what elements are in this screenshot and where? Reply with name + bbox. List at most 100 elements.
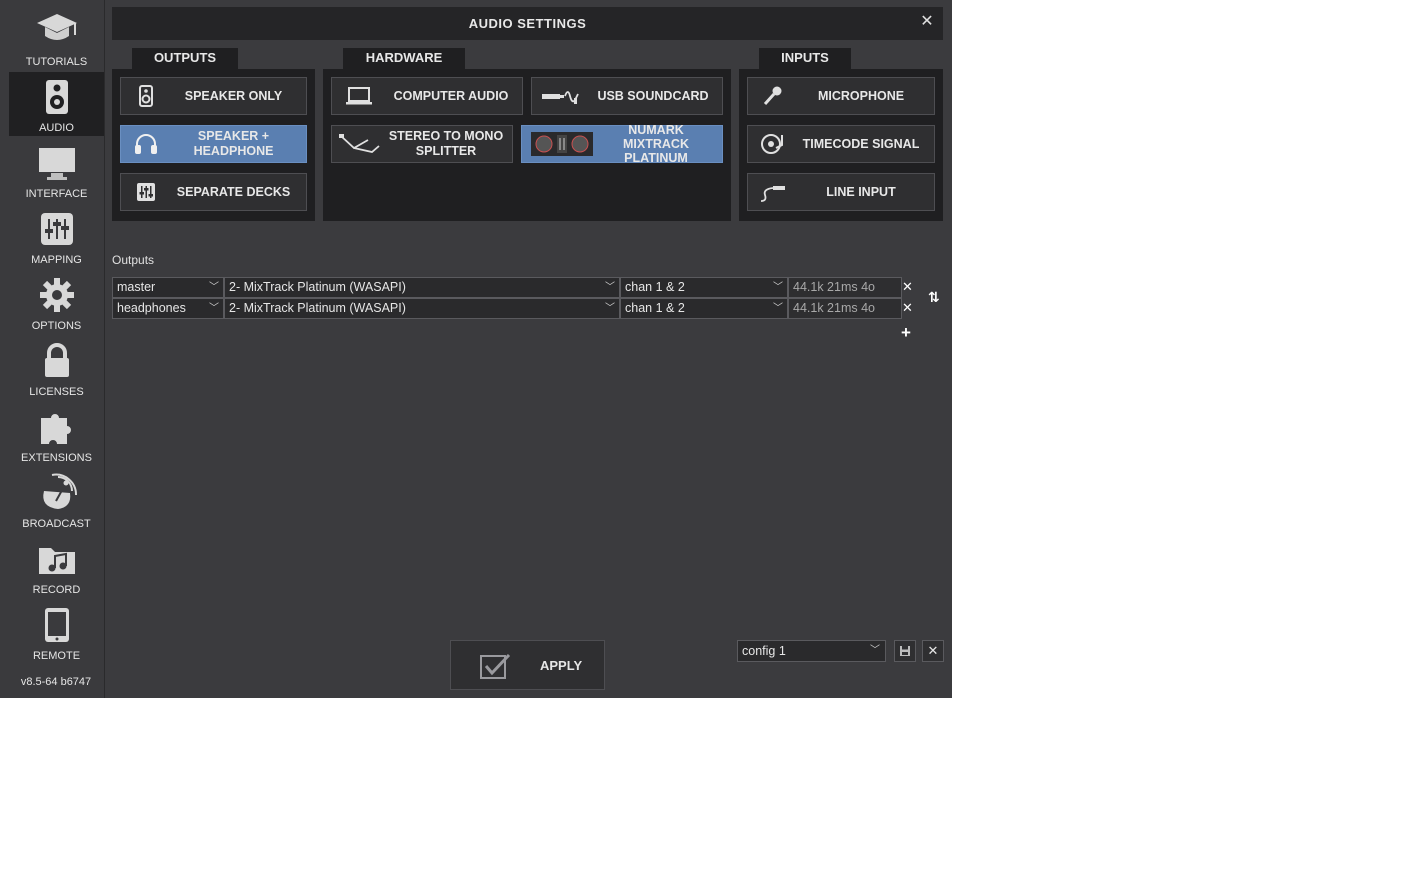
stereo-to-mono-splitter-button[interactable]: STEREO TO MONO SPLITTER — [331, 125, 513, 163]
sidebar-item-audio[interactable]: AUDIO — [9, 72, 104, 136]
sidebar-item-label: RECORD — [32, 584, 81, 596]
sidebar-item-tutorials[interactable]: TUTORIALS — [9, 6, 104, 70]
satellite-dish-icon — [9, 473, 104, 512]
channel-select[interactable]: headphones ﹀ — [112, 298, 224, 319]
chevron-down-icon: ﹀ — [209, 303, 219, 314]
close-icon: ✕ — [927, 643, 939, 658]
chan-select[interactable]: chan 1 & 2 ﹀ — [620, 298, 788, 319]
title-bar: AUDIO SETTINGS ✕ — [112, 7, 943, 40]
puzzle-icon — [9, 408, 104, 446]
button-label: NUMARK MIXTRACK PLATINUM — [623, 123, 689, 165]
sidebar-item-label: TUTORIALS — [25, 56, 88, 68]
audio-settings-window: TUTORIALS AUDIO INTERFACE MAPPING OPTION… — [0, 0, 952, 698]
mixer-icon — [129, 174, 163, 210]
chevron-down-icon: ﹀ — [605, 282, 615, 293]
button-label: SEPARATE DECKS — [176, 184, 291, 199]
line-input-button[interactable]: LINE INPUT — [747, 173, 935, 211]
channel-select[interactable]: master ﹀ — [112, 277, 224, 298]
sidebar-item-label: MAPPING — [31, 254, 82, 266]
gear-icon — [9, 276, 104, 314]
microphone-button[interactable]: MICROPHONE — [747, 77, 935, 115]
sidebar-item-label: INTERFACE — [25, 188, 88, 200]
sidebar-item-broadcast[interactable]: BROADCAST — [9, 468, 104, 532]
button-label: TIMECODE SIGNAL — [802, 136, 920, 151]
computer-audio-button[interactable]: COMPUTER AUDIO — [331, 77, 523, 115]
close-icon[interactable]: ✕ — [919, 14, 935, 30]
device-select[interactable]: 2- MixTrack Platinum (WASAPI) ﹀ — [224, 277, 620, 298]
sidebar-item-label: AUDIO — [39, 122, 74, 134]
splitter-cable-icon — [338, 126, 382, 162]
sidebar-item-mapping[interactable]: MAPPING — [9, 204, 104, 268]
tab-outputs: OUTPUTS — [132, 48, 238, 70]
sidebar-item-licenses[interactable]: LICENSES — [9, 336, 104, 400]
tab-inputs: INPUTS — [759, 48, 851, 70]
sidebar-item-label: REMOTE — [32, 650, 81, 662]
headphones-icon — [129, 126, 163, 162]
select-value: chan 1 & 2 — [625, 301, 685, 315]
select-value: config 1 — [742, 644, 786, 658]
remove-row-icon[interactable]: ✕ — [902, 279, 913, 295]
sidebar-item-record[interactable]: RECORD — [9, 534, 104, 598]
numark-mixtrack-platinum-button[interactable]: NUMARK MIXTRACK PLATINUM — [521, 123, 723, 165]
turntable-icon — [756, 126, 790, 162]
floppy-icon — [900, 646, 910, 656]
speaker-only-button[interactable]: SPEAKER ONLY — [120, 77, 307, 115]
chevron-down-icon: ﹀ — [605, 303, 615, 314]
apply-button[interactable]: APPLY — [450, 640, 605, 690]
sidebar-item-label: BROADCAST — [22, 518, 91, 530]
separate-decks-button[interactable]: SEPARATE DECKS — [120, 173, 307, 211]
sidebar-item-options[interactable]: OPTIONS — [9, 270, 104, 334]
button-label: SPEAKER ONLY — [184, 88, 283, 103]
jack-cable-icon — [756, 174, 790, 210]
button-label: STEREO TO MONO SPLITTER — [388, 129, 504, 158]
microphone-icon — [756, 78, 790, 114]
button-label: SPEAKER + HEADPHONE — [193, 129, 274, 158]
config-select[interactable]: config 1 ﹀ — [737, 640, 886, 662]
tablet-icon — [9, 606, 104, 644]
device-select[interactable]: 2- MixTrack Platinum (WASAPI) ﹀ — [224, 298, 620, 319]
sidebar-item-label: OPTIONS — [31, 320, 82, 332]
monitor-icon — [9, 144, 104, 182]
select-value: headphones — [117, 301, 186, 315]
sidebar-item-extensions[interactable]: EXTENSIONS — [9, 402, 104, 466]
speaker-icon — [129, 78, 163, 114]
button-label: MICROPHONE — [817, 88, 905, 103]
chevron-down-icon: ﹀ — [773, 282, 783, 293]
dj-controller-icon — [530, 126, 594, 162]
timecode-signal-button[interactable]: TIMECODE SIGNAL — [747, 125, 935, 163]
select-value: 2- MixTrack Platinum (WASAPI) — [229, 301, 406, 315]
swap-rows-icon[interactable]: ⇅ — [928, 289, 940, 306]
checkbox-icon — [479, 652, 513, 683]
sliders-icon — [9, 210, 104, 248]
delete-config-button[interactable]: ✕ — [922, 640, 944, 662]
laptop-icon — [342, 78, 376, 114]
device-info: 44.1k 21ms 4o — [788, 277, 902, 298]
button-label: LINE INPUT — [826, 184, 896, 199]
button-label: USB SOUNDCARD — [597, 88, 709, 103]
chevron-down-icon: ﹀ — [773, 303, 783, 314]
lock-icon — [9, 342, 104, 380]
graduation-cap-icon — [9, 12, 104, 50]
usb-icon — [538, 78, 582, 114]
sidebar-item-interface[interactable]: INTERFACE — [9, 138, 104, 202]
add-row-icon[interactable]: + — [901, 323, 911, 343]
version-label: v8.5-64 b6747 — [20, 676, 92, 688]
music-folder-icon — [9, 540, 104, 578]
device-info: 44.1k 21ms 4o — [788, 298, 902, 319]
select-value: chan 1 & 2 — [625, 280, 685, 294]
chevron-down-icon: ﹀ — [870, 645, 880, 656]
speaker-headphone-button[interactable]: SPEAKER + HEADPHONE — [120, 125, 307, 163]
usb-soundcard-button[interactable]: USB SOUNDCARD — [531, 77, 723, 115]
select-value: master — [117, 280, 156, 294]
select-value: 2- MixTrack Platinum (WASAPI) — [229, 280, 406, 294]
tab-hardware: HARDWARE — [343, 48, 465, 70]
sidebar-item-label: LICENSES — [29, 386, 84, 398]
button-label: APPLY — [540, 658, 583, 673]
button-label: COMPUTER AUDIO — [393, 88, 509, 103]
chan-select[interactable]: chan 1 & 2 ﹀ — [620, 277, 788, 298]
sidebar: TUTORIALS AUDIO INTERFACE MAPPING OPTION… — [0, 0, 105, 698]
remove-row-icon[interactable]: ✕ — [902, 300, 913, 316]
save-config-button[interactable] — [894, 640, 916, 662]
sidebar-item-remote[interactable]: REMOTE — [9, 600, 104, 664]
page-title: AUDIO SETTINGS — [468, 16, 587, 31]
